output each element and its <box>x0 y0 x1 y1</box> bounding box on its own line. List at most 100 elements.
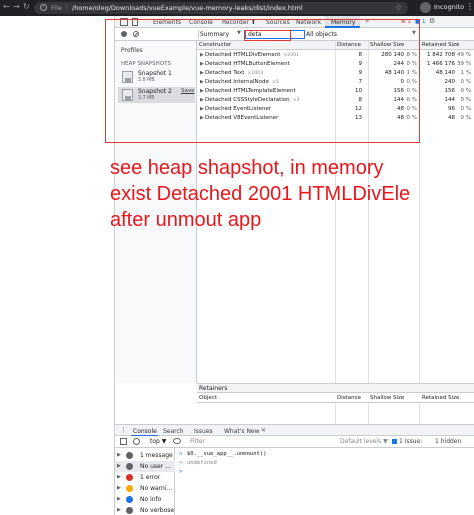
snapshot-icon <box>122 71 133 83</box>
column-object[interactable]: Object <box>199 395 217 401</box>
console-filter-item[interactable]: ▶ No info <box>115 494 175 505</box>
close-icon[interactable]: ✕ <box>261 427 266 434</box>
chevron-down-icon[interactable]: ▼ <box>237 30 241 36</box>
column-retained-size[interactable]: Retained Size <box>422 395 459 401</box>
table-row[interactable]: ▶ Detached HTMLButtonElement 9 244 0 % 1 466 … <box>197 60 474 69</box>
error-count-badge[interactable]: ⊗ 1 <box>401 19 411 25</box>
star-icon[interactable]: ☆ <box>395 3 402 12</box>
shallow-size-value: 144 <box>393 97 405 103</box>
console-filter-item[interactable]: ▶ No user ... <box>115 461 175 472</box>
snapshot-item-selected[interactable]: Snapshot 2 3.7 MB Save <box>118 87 195 103</box>
shallow-size-value: 48 140 <box>384 70 404 76</box>
console-filter-input[interactable]: Filter <box>190 438 205 445</box>
expand-arrow-icon[interactable]: ▶ <box>117 474 121 480</box>
context-select[interactable]: top ▼ <box>150 438 166 445</box>
shallow-size-value: 48 <box>397 115 404 121</box>
expand-arrow-icon[interactable]: ▶ <box>200 61 204 67</box>
column-shallow-size[interactable]: Shallow Size <box>370 42 404 48</box>
info-icon[interactable]: i <box>40 4 47 11</box>
expand-arrow-icon[interactable]: ▶ <box>200 79 204 85</box>
tab-recorder[interactable]: Recorder ⬆ <box>222 19 256 26</box>
column-distance[interactable]: Distance <box>337 42 361 48</box>
table-row[interactable]: ▶ Detached Text ×1003 9 48 140 1 % 48 140 1 % <box>197 69 474 78</box>
issues-counter[interactable]: 1 Issue: <box>392 438 422 445</box>
constructor-name: Detached V8EventListener <box>205 115 279 121</box>
drawer-tab-bar: ⋮ Console Search Issues What's New ✕ <box>115 424 474 437</box>
clear-console-icon[interactable] <box>133 438 140 445</box>
sidebar-toggle-icon[interactable] <box>120 438 127 445</box>
back-icon[interactable]: ← <box>3 2 10 11</box>
table-row[interactable]: ▶ Detached HTMLTemplateElement 10 156 0 % 156… <box>197 87 474 96</box>
console-filter-item[interactable]: ▶ 1 message <box>115 450 175 461</box>
tab-memory[interactable]: Memory <box>331 19 355 26</box>
expand-arrow-icon[interactable]: ▶ <box>117 485 121 491</box>
clear-all-profiles-icon[interactable] <box>133 31 139 37</box>
expand-arrow-icon[interactable]: ▶ <box>117 507 121 513</box>
save-snapshot-link[interactable]: Save <box>181 88 195 94</box>
expand-arrow-icon[interactable]: ▶ <box>200 70 204 76</box>
log-levels-select[interactable]: Default levels ▼ <box>340 438 388 445</box>
profile-label[interactable]: Incognito <box>434 3 464 11</box>
tab-console[interactable]: Console <box>189 19 213 26</box>
table-row[interactable]: ▶ Detached V8EventListener 13 48 0 % 48 0 % <box>197 114 474 123</box>
expand-arrow-icon[interactable]: ▶ <box>200 97 204 103</box>
device-toolbar-icon[interactable] <box>132 18 138 26</box>
issue-count-badge[interactable]: ■ 1 <box>415 19 425 25</box>
snapshot-name[interactable]: Snapshot 2 <box>138 88 172 95</box>
expand-arrow-icon[interactable]: ▶ <box>200 88 204 94</box>
shallow-size-value: 0 <box>400 79 405 85</box>
table-row[interactable]: ▶ Detached CSSStyleDeclaration ×3 8 144 0 % 14… <box>197 96 474 105</box>
console-filter-item[interactable]: ▶ No warni... <box>115 483 175 494</box>
profiles-header: Profiles <box>121 47 143 54</box>
browser-menu-icon[interactable]: ⋮ <box>466 2 474 11</box>
tab-issues[interactable]: Issues <box>194 428 213 435</box>
tab-search[interactable]: Search <box>163 428 184 435</box>
constructor-name: Detached HTMLDivElement ×2001 <box>205 52 300 58</box>
object-scope-select[interactable]: All objects <box>306 31 337 38</box>
shallow-size-value: 156 <box>393 88 405 94</box>
record-icon[interactable] <box>121 31 127 37</box>
constructor-name: Detached CSSStyleDeclaration ×3 <box>205 97 300 103</box>
address-bar[interactable]: i File | /home/oleg/Downloads/vueExample… <box>34 2 408 14</box>
expand-arrow-icon[interactable]: ▶ <box>117 496 121 502</box>
result-prompt-icon: <· <box>179 460 186 466</box>
url-text[interactable]: /home/oleg/Downloads/vueExample/vue-memo… <box>72 4 303 12</box>
expand-arrow-icon[interactable]: ▶ <box>117 452 121 458</box>
column-constructor[interactable]: Constructor <box>199 42 231 48</box>
table-row[interactable]: ▶ Detached HTMLDivElement ×2001 8 280 140 8 %… <box>197 51 474 60</box>
table-row[interactable]: ▶ Detached EventListener 12 48 0 % 96 0 % <box>197 105 474 114</box>
more-tabs-icon[interactable]: » <box>365 17 369 25</box>
forward-icon[interactable]: → <box>13 2 20 11</box>
tab-whats-new[interactable]: What's New <box>224 428 260 435</box>
expand-arrow-icon[interactable]: ▶ <box>117 463 121 469</box>
incognito-icon[interactable] <box>420 2 431 13</box>
tab-elements[interactable]: Elements <box>153 19 181 26</box>
table-row[interactable]: ▶ Detached InternalNode ×5 7 0 0 % 240 0 % <box>197 78 474 87</box>
column-shallow-size[interactable]: Shallow Size <box>370 395 404 401</box>
eye-icon[interactable] <box>173 438 181 444</box>
expand-arrow-icon[interactable]: ▶ <box>200 115 204 121</box>
tab-sources[interactable]: Sources <box>266 19 290 26</box>
view-select[interactable]: Summary <box>200 31 229 38</box>
retained-size-percent: 0 % <box>460 106 471 112</box>
expand-arrow-icon[interactable]: ▶ <box>200 52 204 58</box>
column-distance[interactable]: Distance <box>337 395 361 401</box>
console-prompt-line[interactable]: > <box>175 468 474 477</box>
drawer-menu-icon[interactable]: ⋮ <box>120 426 127 434</box>
toolbar-divider <box>198 30 199 39</box>
reload-icon[interactable]: ↻ <box>23 2 30 11</box>
class-filter-input[interactable]: deta <box>245 30 305 39</box>
expand-arrow-icon[interactable]: ▶ <box>200 106 204 112</box>
gear-icon[interactable]: ⚙ <box>429 17 435 25</box>
snapshot-item[interactable]: Snapshot 1 3.8 MB <box>118 69 195 85</box>
column-retained-size[interactable]: Retained Size <box>422 42 459 48</box>
tab-network[interactable]: Network <box>296 19 321 26</box>
chevron-down-icon[interactable]: ▼ <box>412 30 416 36</box>
inspect-element-icon[interactable] <box>120 18 128 26</box>
console-output[interactable]: > $0.__vue_app__.unmount() <· undefined … <box>175 448 474 515</box>
console-filter-item[interactable]: ▶ 1 error <box>115 472 175 483</box>
console-filter-item[interactable]: ▶ No verbose <box>115 505 175 515</box>
snapshot-name[interactable]: Snapshot 1 <box>138 70 172 77</box>
tab-console-drawer[interactable]: Console <box>133 428 157 435</box>
heap-snapshots-section-title: HEAP SNAPSHOTS <box>121 61 171 67</box>
